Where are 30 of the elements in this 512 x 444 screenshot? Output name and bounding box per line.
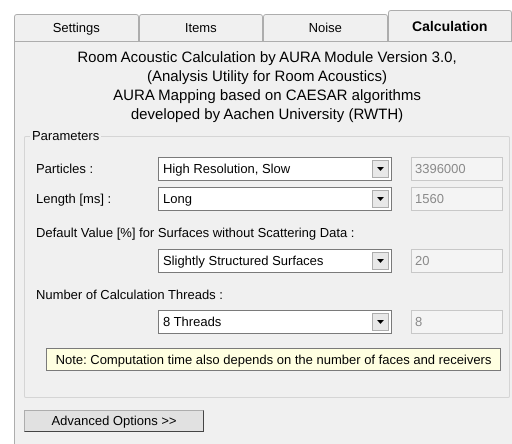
- note-box: Note: Computation time also depends on the number of faces and receivers: [46, 348, 501, 371]
- tab[interactable]: Items: [138, 14, 263, 41]
- field-label: Length [ms] :: [36, 190, 112, 208]
- heading-line: AURA Mapping based on CAESAR algorithms: [113, 86, 421, 105]
- caret-icon: [377, 258, 384, 262]
- dropdown[interactable]: High Resolution, Slow: [158, 157, 392, 181]
- advanced-options-button[interactable]: Advanced Options >>: [24, 410, 204, 432]
- field-label: Number of Calculation Threads :: [36, 286, 224, 304]
- dropdown-value: Slightly Structured Surfaces: [163, 252, 324, 270]
- tab[interactable]: Settings: [14, 14, 138, 41]
- dropdown-arrow-button[interactable]: [372, 190, 389, 208]
- dropdown-arrow-button[interactable]: [372, 313, 389, 331]
- field-label: Default Value [%] for Surfaces without Scattering Data :: [36, 224, 356, 242]
- dropdown-arrow-button[interactable]: [372, 252, 389, 270]
- dropdown[interactable]: 8 Threads: [158, 310, 392, 334]
- tab[interactable]: Noise: [263, 14, 388, 41]
- dropdown[interactable]: Long: [158, 187, 392, 211]
- dropdown-arrow-button[interactable]: [372, 160, 389, 178]
- heading-line: (Analysis Utility for Room Acoustics): [146, 67, 388, 86]
- dropdown-value: 8 Threads: [163, 313, 222, 332]
- dropdown-value: Long: [163, 190, 193, 208]
- tab[interactable]: Calculation: [388, 10, 512, 41]
- heading-line: Room Acoustic Calculation by AURA Module Version 3.0,: [77, 48, 457, 67]
- dropdown-value: High Resolution, Slow: [163, 160, 292, 178]
- field-label: Particles :: [36, 160, 94, 178]
- dropdown[interactable]: Slightly Structured Surfaces: [158, 248, 392, 272]
- heading-line: developed by Aachen University (RWTH): [130, 105, 404, 124]
- caret-icon: [377, 197, 384, 201]
- caret-icon: [377, 320, 384, 324]
- caret-icon: [377, 167, 384, 171]
